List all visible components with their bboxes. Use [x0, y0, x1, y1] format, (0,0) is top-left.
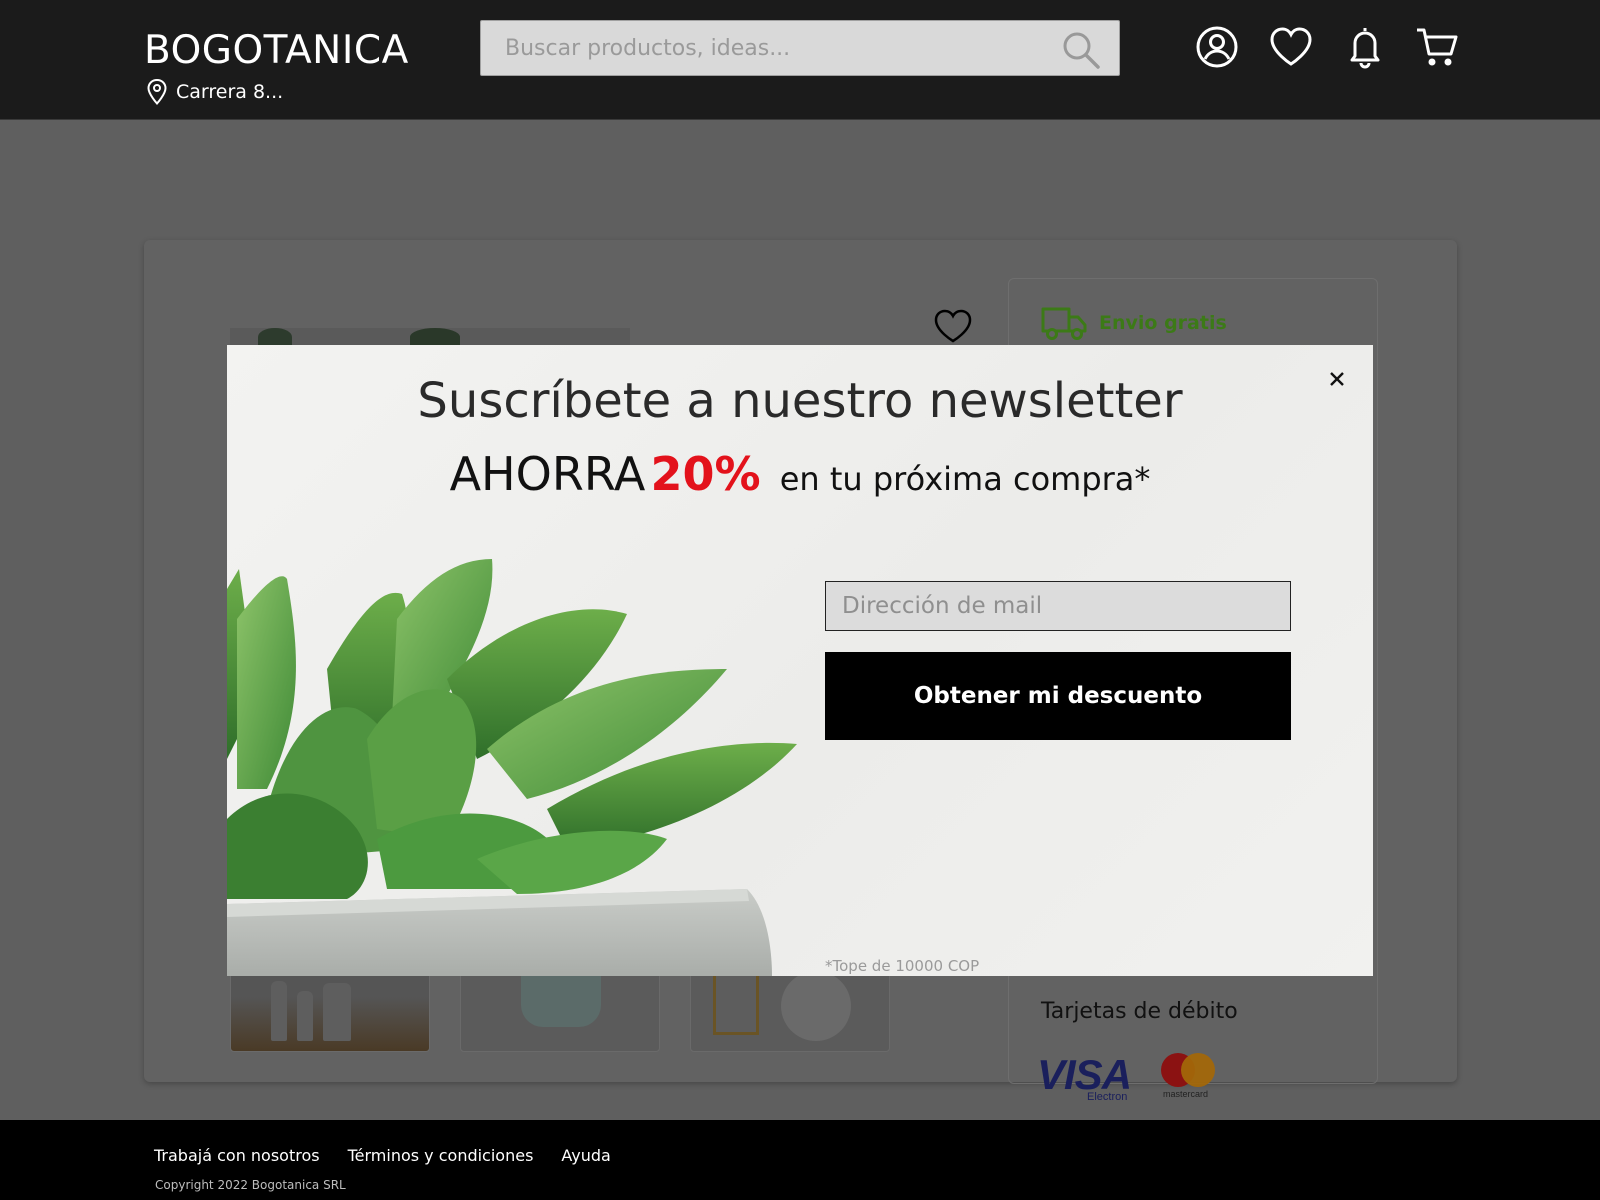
get-discount-button[interactable]: Obtener mi descuento [825, 652, 1291, 740]
modal-subtitle: AHORRA 20% en tu próxima compra* [227, 447, 1373, 501]
heart-icon[interactable] [1268, 24, 1314, 70]
copyright: Copyright 2022 Bogotanica SRL [155, 1178, 346, 1192]
visa-sub: Electron [1087, 1091, 1128, 1103]
search-icon[interactable] [1061, 30, 1101, 70]
truck-icon [1041, 307, 1087, 340]
favorite-heart-icon[interactable] [934, 308, 972, 344]
location-selector[interactable]: Carrera 8... [144, 78, 283, 106]
visa-logo: VISA Electron [1037, 1051, 1132, 1103]
modal-title: Suscríbete a nuestro newsletter [417, 373, 1183, 429]
bell-icon[interactable] [1342, 24, 1388, 70]
footer-links: Trabajá con nosotros Términos y condicio… [154, 1146, 611, 1165]
newsletter-modal: Suscríbete a nuestro newsletter AHORRA 2… [227, 345, 1373, 976]
succulent-image [227, 559, 797, 976]
footer-link-work[interactable]: Trabajá con nosotros [154, 1146, 320, 1165]
save-word: AHORRA [449, 447, 646, 501]
cart-icon[interactable] [1414, 24, 1460, 70]
mastercard-logo: mastercard [1161, 1053, 1217, 1099]
footer: Trabajá con nosotros Términos y condicio… [0, 1120, 1600, 1200]
location-pin-icon [147, 78, 167, 105]
logo[interactable]: BOGOTANICA [144, 28, 409, 73]
discount-rest: en tu próxima compra* [779, 460, 1151, 498]
debit-cards-label: Tarjetas de débito [1041, 999, 1238, 1024]
user-icon[interactable] [1194, 24, 1240, 70]
top-header: BOGOTANICA Carrera 8... [0, 0, 1600, 120]
mastercard-text: mastercard [1163, 1089, 1209, 1099]
close-icon[interactable] [1323, 365, 1351, 393]
footer-link-help[interactable]: Ayuda [561, 1146, 610, 1165]
free-shipping-row: Envio gratis [1041, 305, 1227, 341]
free-shipping-label: Envio gratis [1099, 312, 1227, 334]
search-input[interactable] [481, 21, 1041, 75]
discount-percent: 20% [650, 447, 761, 501]
email-field[interactable] [825, 581, 1291, 631]
footer-link-terms[interactable]: Términos y condiciones [348, 1146, 534, 1165]
discount-cap-note: *Tope de 10000 COP [825, 957, 980, 975]
search-bar [480, 20, 1120, 76]
location-text: Carrera 8... [176, 81, 284, 103]
